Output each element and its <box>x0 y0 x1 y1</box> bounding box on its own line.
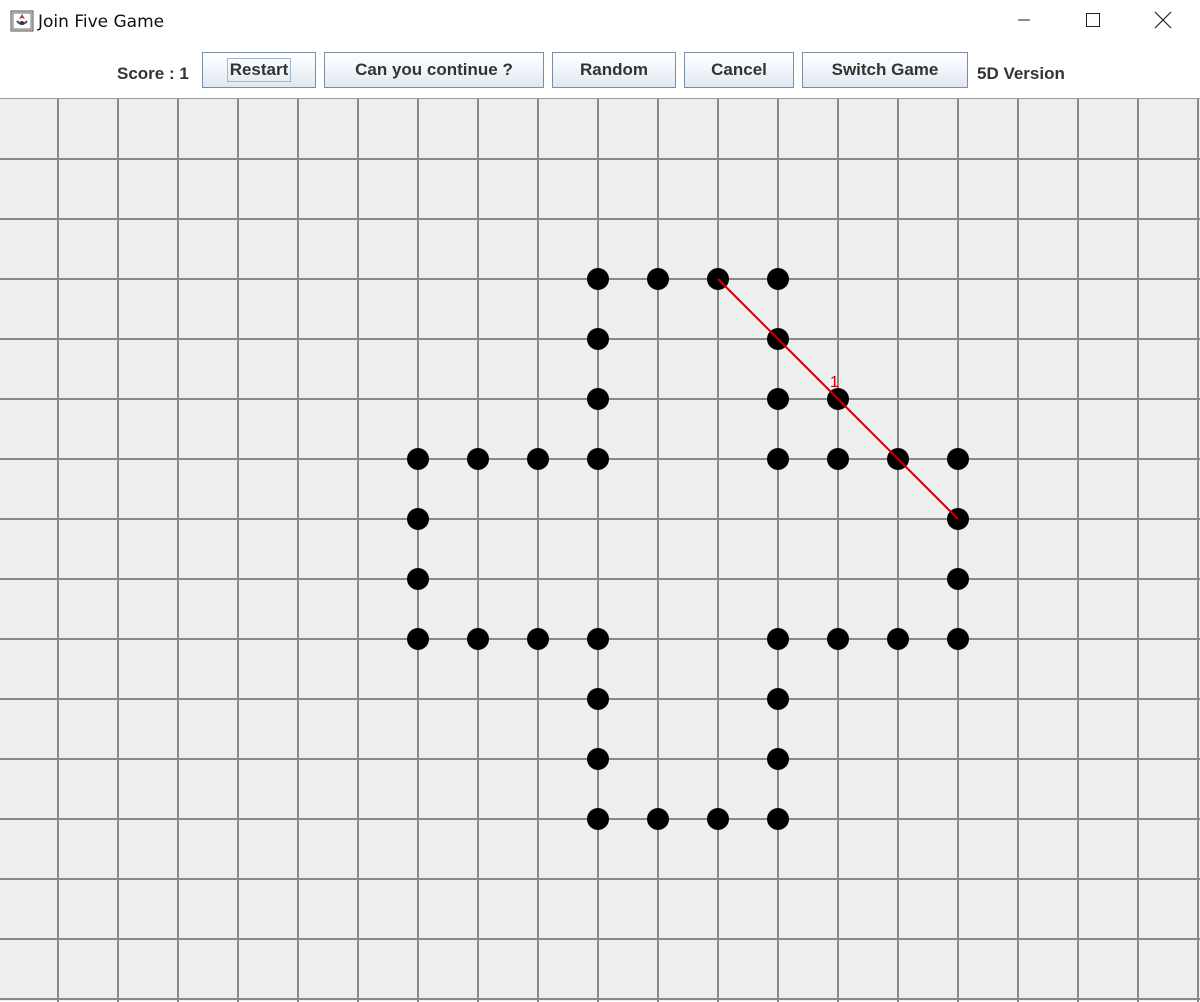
close-button[interactable] <box>1128 0 1198 44</box>
board-dot[interactable] <box>767 448 789 470</box>
board-dot[interactable] <box>407 628 429 650</box>
maximize-icon <box>1085 12 1101 33</box>
board-dot[interactable] <box>707 808 729 830</box>
board-dot[interactable] <box>767 748 789 770</box>
board-dot[interactable] <box>587 628 609 650</box>
switch-game-button[interactable]: Switch Game <box>802 52 968 88</box>
board-dot[interactable] <box>947 448 969 470</box>
board-dot[interactable] <box>527 628 549 650</box>
maximize-button[interactable] <box>1058 0 1128 44</box>
board-dot[interactable] <box>947 568 969 590</box>
board-dot[interactable] <box>587 388 609 410</box>
cancel-button[interactable]: Cancel <box>684 52 794 88</box>
minimize-icon <box>1017 13 1031 32</box>
restart-button[interactable]: Restart <box>202 52 316 88</box>
board-dot[interactable] <box>767 268 789 290</box>
board-dot[interactable] <box>767 808 789 830</box>
board-dot[interactable] <box>767 688 789 710</box>
switch-game-button-label: Switch Game <box>831 60 939 79</box>
board-dot[interactable] <box>767 628 789 650</box>
board-dot[interactable] <box>587 268 609 290</box>
title-bar[interactable]: Join Five Game <box>0 0 1200 44</box>
board-dot[interactable] <box>647 268 669 290</box>
java-app-icon <box>10 10 34 32</box>
game-board-canvas[interactable]: 1 <box>0 99 1200 1002</box>
random-button[interactable]: Random <box>552 52 676 88</box>
minimize-button[interactable] <box>989 0 1059 44</box>
board-dot[interactable] <box>467 448 489 470</box>
board-dot[interactable] <box>767 388 789 410</box>
board-dot[interactable] <box>827 628 849 650</box>
board-dot[interactable] <box>587 448 609 470</box>
game-board[interactable]: 1 <box>0 98 1200 1002</box>
toolbar: Score : 1 Restart Can you continue ? Ran… <box>0 44 1200 99</box>
board-dot[interactable] <box>407 568 429 590</box>
window-title: Join Five Game <box>38 12 165 32</box>
board-dot[interactable] <box>467 628 489 650</box>
board-dot[interactable] <box>887 628 909 650</box>
restart-button-label: Restart <box>226 58 292 82</box>
app-window: Join Five Game Score : 1 Restart Can you… <box>0 0 1200 1002</box>
board-dot[interactable] <box>827 448 849 470</box>
close-icon <box>1154 11 1172 34</box>
score-label: Score : 1 <box>117 64 189 83</box>
random-button-label: Random <box>580 60 648 79</box>
board-dot[interactable] <box>407 508 429 530</box>
move-number-label: 1 <box>830 374 839 391</box>
board-dot[interactable] <box>407 448 429 470</box>
board-dot[interactable] <box>527 448 549 470</box>
board-dot[interactable] <box>587 688 609 710</box>
board-dot[interactable] <box>947 628 969 650</box>
board-dot[interactable] <box>587 808 609 830</box>
can-you-continue-button-label: Can you continue ? <box>355 60 513 79</box>
cancel-button-label: Cancel <box>711 60 767 79</box>
board-dot[interactable] <box>587 328 609 350</box>
version-label: 5D Version <box>977 64 1065 83</box>
board-dot[interactable] <box>647 808 669 830</box>
can-you-continue-button[interactable]: Can you continue ? <box>324 52 544 88</box>
board-dot[interactable] <box>587 748 609 770</box>
